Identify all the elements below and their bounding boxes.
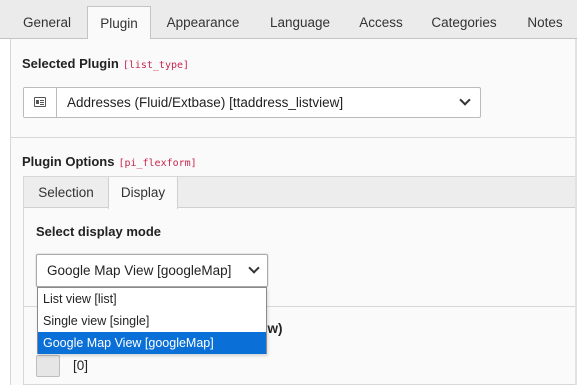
section-divider: [10, 137, 577, 138]
plugin-options-tab-bar: Selection Display: [24, 177, 577, 209]
selected-plugin-field-tag: [list_type]: [122, 60, 190, 71]
display-mode-dropdown: List view [list] Single view [single] Go…: [37, 287, 267, 354]
tab-selection[interactable]: Selection: [24, 177, 108, 208]
option-checkbox-label: [0]: [73, 358, 89, 373]
plugin-icon-box: [24, 88, 57, 117]
tab-general[interactable]: General: [12, 6, 82, 39]
chevron-down-icon: [459, 94, 471, 106]
dropdown-option-single[interactable]: Single view [single]: [38, 310, 266, 332]
tab-notes[interactable]: Notes: [516, 6, 574, 39]
plugin-options-label: Plugin Options: [22, 154, 115, 169]
tab-appearance[interactable]: Appearance: [157, 6, 249, 39]
dropdown-option-google-map[interactable]: Google Map View [googleMap]: [38, 332, 266, 354]
plugin-options-heading: Plugin Options [pi_flexform]: [22, 154, 197, 169]
tab-display[interactable]: Display: [108, 177, 178, 209]
selected-plugin-heading: Selected Plugin [list_type]: [22, 56, 189, 71]
plugin-icon: [34, 97, 46, 107]
selected-plugin-value: Addresses (Fluid/Extbase) [ttaddress_lis…: [67, 95, 344, 110]
tab-language[interactable]: Language: [258, 6, 342, 39]
chevron-down-icon: [248, 262, 260, 274]
tab-access[interactable]: Access: [350, 6, 412, 39]
plugin-options-field-tag: [pi_flexform]: [118, 158, 197, 169]
dropdown-option-list[interactable]: List view [list]: [38, 288, 266, 310]
display-mode-value: Google Map View [googleMap]: [47, 263, 232, 278]
tab-bar: General Plugin Appearance Language Acces…: [0, 0, 577, 40]
selected-plugin-select[interactable]: Addresses (Fluid/Extbase) [ttaddress_lis…: [23, 87, 481, 118]
display-mode-label: Select display mode: [36, 224, 161, 239]
tab-plugin[interactable]: Plugin: [87, 6, 151, 40]
selected-plugin-label: Selected Plugin: [22, 56, 119, 71]
tab-categories[interactable]: Categories: [420, 6, 508, 39]
option-checkbox[interactable]: [36, 355, 60, 377]
display-mode-select[interactable]: Google Map View [googleMap]: [36, 254, 268, 287]
